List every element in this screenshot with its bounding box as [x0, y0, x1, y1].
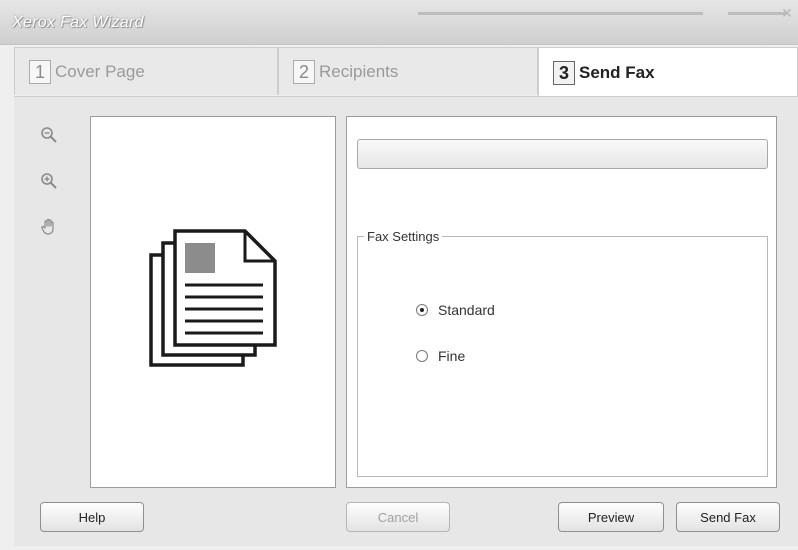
send-fax-button[interactable]: Send Fax — [676, 502, 780, 532]
wizard-tabs: 1 Cover Page 2 Recipients 3 Send Fax — [14, 47, 798, 97]
tab-label: Recipients — [319, 61, 399, 81]
help-button[interactable]: Help — [40, 502, 144, 532]
radio-standard-indicator[interactable] — [416, 304, 428, 316]
document-stack-icon — [149, 229, 277, 367]
tab-label: Send Fax — [579, 62, 655, 82]
title-divider — [418, 12, 703, 15]
preview-button[interactable]: Preview — [558, 502, 664, 532]
tab-label: Cover Page — [55, 61, 145, 81]
tab-number: 1 — [29, 59, 51, 84]
zoom-out-icon[interactable] — [38, 124, 60, 146]
tab-send-fax[interactable]: 3 Send Fax — [538, 47, 798, 97]
title-divider — [728, 12, 786, 15]
fax-wizard-window: Xerox Fax Wizard ✕ 1 Cover Page 2 Recipi… — [0, 0, 798, 550]
radio-fine[interactable]: Fine — [416, 348, 465, 364]
zoom-in-icon[interactable] — [38, 170, 60, 192]
fax-settings-legend: Fax Settings — [367, 229, 440, 244]
close-icon[interactable]: ✕ — [780, 6, 794, 20]
radio-fine-indicator[interactable] — [416, 350, 428, 362]
hand-pan-icon[interactable] — [38, 216, 60, 238]
radio-standard-label: Standard — [438, 302, 495, 318]
tab-number: 3 — [553, 60, 575, 85]
tab-cover-page[interactable]: 1 Cover Page — [14, 47, 278, 95]
radio-standard[interactable]: Standard — [416, 302, 495, 318]
fax-settings-group: Fax Settings Standard Fine — [357, 229, 768, 477]
tab-number: 2 — [293, 59, 315, 84]
page-preview-panel — [90, 116, 336, 488]
send-progress-bar — [357, 139, 768, 169]
title-bar: Xerox Fax Wizard ✕ — [0, 0, 798, 45]
cancel-button[interactable]: Cancel — [346, 502, 450, 532]
radio-fine-label: Fine — [438, 348, 466, 364]
window-title: Xerox Fax Wizard — [12, 14, 144, 31]
tab-recipients[interactable]: 2 Recipients — [278, 47, 538, 95]
send-settings-panel: Fax Settings Standard Fine — [346, 116, 777, 488]
